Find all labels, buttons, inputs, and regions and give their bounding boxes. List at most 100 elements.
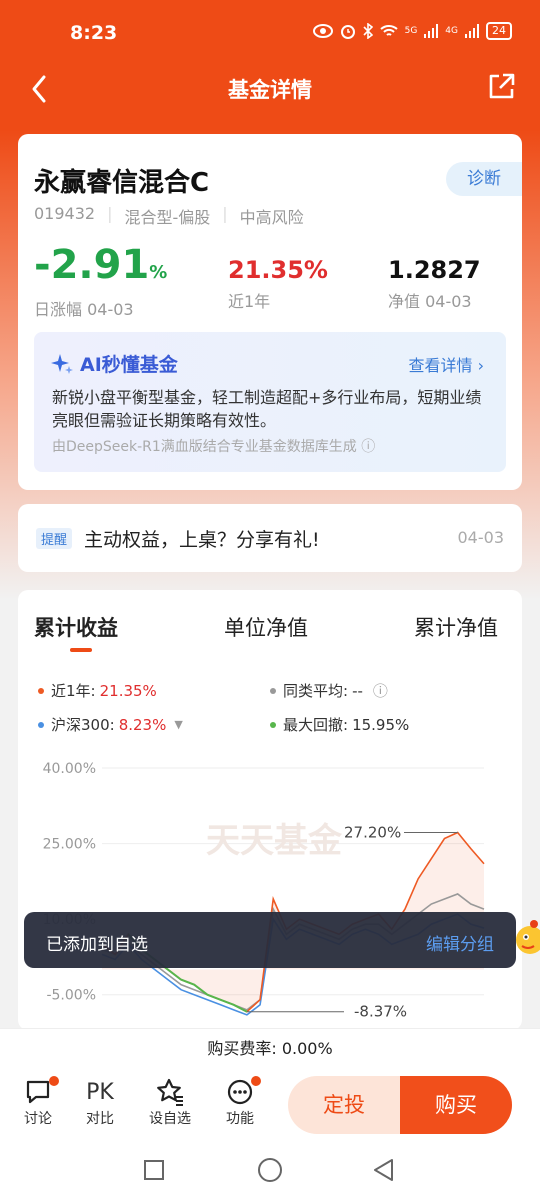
- fund-code: 019432: [34, 204, 96, 223]
- legend-avg-label: 同类平均:: [283, 682, 349, 700]
- ai-summary-text: 新锐小盘平衡型基金，轻工制造超配+多行业布局，短期业绩亮眼但需验证长期策略有效性…: [52, 388, 482, 430]
- chat-bubble-icon: [26, 1080, 50, 1104]
- discuss-button[interactable]: 讨论: [13, 1076, 63, 1128]
- legend-avg-value: --: [352, 681, 363, 700]
- notice-tag: 提醒: [36, 528, 73, 549]
- info-icon[interactable]: ⓘ: [373, 680, 388, 701]
- back-icon[interactable]: [370, 1156, 398, 1184]
- edit-group-button[interactable]: 编辑分组: [426, 930, 494, 955]
- fund-name: 永赢睿信混合C: [34, 168, 210, 198]
- wifi-icon: [379, 25, 398, 36]
- system-navigation-bar: [0, 1140, 540, 1200]
- max-annotation-label: 27.20%: [344, 823, 401, 841]
- legend-index-label: 沪深300:: [51, 716, 115, 734]
- home-icon[interactable]: [256, 1156, 284, 1184]
- ai-title-text: AI秒懂基金: [80, 354, 178, 376]
- daily-change-unit: %: [149, 262, 168, 283]
- signal-icon: [465, 24, 479, 38]
- add-watchlist-button[interactable]: 设自选: [145, 1076, 195, 1128]
- tab-unit-nav[interactable]: 单位净值: [224, 612, 308, 642]
- y-tick-label: 40.00%: [43, 761, 96, 777]
- signal-icon: [424, 24, 439, 38]
- legend-dot: [38, 721, 44, 728]
- legend-dot: [38, 687, 44, 694]
- ai-title: AI秒懂基金: [50, 350, 178, 377]
- share-icon[interactable]: [486, 72, 516, 102]
- dropdown-arrow-icon[interactable]: ▼: [174, 718, 182, 731]
- purchase-fee: 购买费率: 0.00%: [0, 1028, 540, 1070]
- notice-text: 主动权益，上桌？分享有礼!: [84, 529, 320, 551]
- daily-change-value: -2.91: [34, 242, 150, 288]
- eye-icon: [312, 24, 333, 38]
- functions-button[interactable]: 功能: [215, 1076, 265, 1128]
- network-4g: 4G: [445, 26, 458, 36]
- nav-value: 1.2827: [388, 256, 481, 284]
- fund-info-card: 永赢睿信混合C 诊断 019432 | 混合型-偏股 | 中高风险 -2.91%…: [18, 134, 522, 490]
- fund-meta: 019432 | 混合型-偏股 | 中高风险: [34, 204, 304, 228]
- ai-footer: 由DeepSeek-R1满血版结合专业基金数据库生成 ⓘ: [52, 436, 375, 456]
- more-icon: [227, 1079, 253, 1105]
- legend-drawdown-value: 15.95%: [352, 715, 410, 734]
- info-icon[interactable]: ⓘ: [361, 439, 375, 455]
- year-return-metric: 21.35% 近1年: [228, 256, 328, 312]
- daily-change-label: 日涨幅 04-03: [34, 300, 134, 319]
- legend-fund: 近1年: 21.35%: [38, 680, 157, 701]
- legend-fund-label: 近1年:: [51, 682, 96, 700]
- notification-badge: [49, 1076, 59, 1086]
- functions-label: 功能: [226, 1111, 254, 1127]
- legend-drawdown: 最大回撤: 15.95%: [270, 714, 409, 735]
- legend-index[interactable]: 沪深300: 8.23% ▼: [38, 714, 183, 735]
- sparkle-icon: [51, 353, 73, 374]
- ai-footer-text: 由DeepSeek-R1满血版结合专业基金数据库生成: [52, 439, 357, 455]
- compare-label: 对比: [86, 1111, 114, 1127]
- ai-summary-box[interactable]: AI秒懂基金 查看详情 › 新锐小盘平衡型基金，轻工制造超配+多行业布局，短期业…: [34, 332, 506, 472]
- page-title: 基金详情: [228, 78, 312, 102]
- daily-change-metric: -2.91% 日涨幅 04-03: [34, 242, 167, 320]
- legend-avg: 同类平均: -- ⓘ: [270, 680, 388, 701]
- ai-view-details-link[interactable]: 查看详情 ›: [408, 352, 484, 376]
- navbar: 基金详情: [0, 66, 540, 112]
- separator: |: [222, 204, 228, 223]
- sip-button[interactable]: 定投: [288, 1076, 400, 1134]
- star-icon: [157, 1078, 183, 1106]
- chart-tabs: 累计收益 单位净值 累计净值: [18, 612, 522, 652]
- notice-date: 04-03: [457, 528, 505, 547]
- legend-dot: [270, 687, 276, 694]
- discuss-label: 讨论: [24, 1111, 52, 1127]
- bottom-action-bar: 讨论 PK 对比 设自选 功能 定投 购买: [0, 1070, 540, 1140]
- legend-dot: [270, 721, 276, 728]
- separator: |: [107, 204, 113, 223]
- pk-icon: PK: [86, 1079, 114, 1105]
- legend-fund-value: 21.35%: [99, 681, 157, 700]
- battery-indicator: 24: [486, 22, 512, 40]
- toast-message: 已添加到自选: [46, 935, 148, 955]
- notice-card[interactable]: 提醒 主动权益，上桌？分享有礼! 04-03: [18, 504, 522, 572]
- alarm-icon: [340, 25, 355, 39]
- legend-drawdown-label: 最大回撤:: [283, 716, 349, 734]
- active-tab-indicator: [70, 648, 92, 652]
- min-annotation-label: -8.37%: [354, 1003, 407, 1021]
- legend-index-value: 8.23%: [118, 715, 167, 734]
- compare-button[interactable]: PK 对比: [75, 1076, 125, 1128]
- fund-risk: 中高风险: [239, 208, 304, 227]
- bluetooth-icon: [363, 23, 373, 39]
- nav-metric: 1.2827 净值 04-03: [388, 256, 481, 312]
- status-bar: 8:23 5G 4G 24: [0, 0, 540, 66]
- network-5g: 5G: [404, 26, 418, 36]
- watchlist-label: 设自选: [149, 1111, 191, 1127]
- return-chart[interactable]: 40.00%25.00%10.00%-5.00%天天基金27.20%-8.37%: [18, 740, 522, 1030]
- y-tick-label: -5.00%: [46, 988, 96, 1004]
- tab-cumulative-return[interactable]: 累计收益: [34, 612, 118, 642]
- watermark: 天天基金: [206, 821, 343, 861]
- status-icons: 5G 4G 24: [312, 22, 512, 40]
- diagnose-button[interactable]: 诊断: [446, 162, 522, 196]
- tab-cumulative-nav[interactable]: 累计净值: [414, 612, 498, 642]
- nav-label: 净值 04-03: [388, 292, 472, 311]
- status-time: 8:23: [70, 22, 118, 44]
- recents-icon[interactable]: [142, 1158, 166, 1182]
- fund-type: 混合型-偏股: [124, 208, 211, 227]
- mascot-icon[interactable]: [512, 918, 540, 962]
- buy-button[interactable]: 购买: [400, 1076, 512, 1134]
- year-return-value: 21.35%: [228, 256, 328, 284]
- toast: 已添加到自选 编辑分组: [24, 912, 516, 968]
